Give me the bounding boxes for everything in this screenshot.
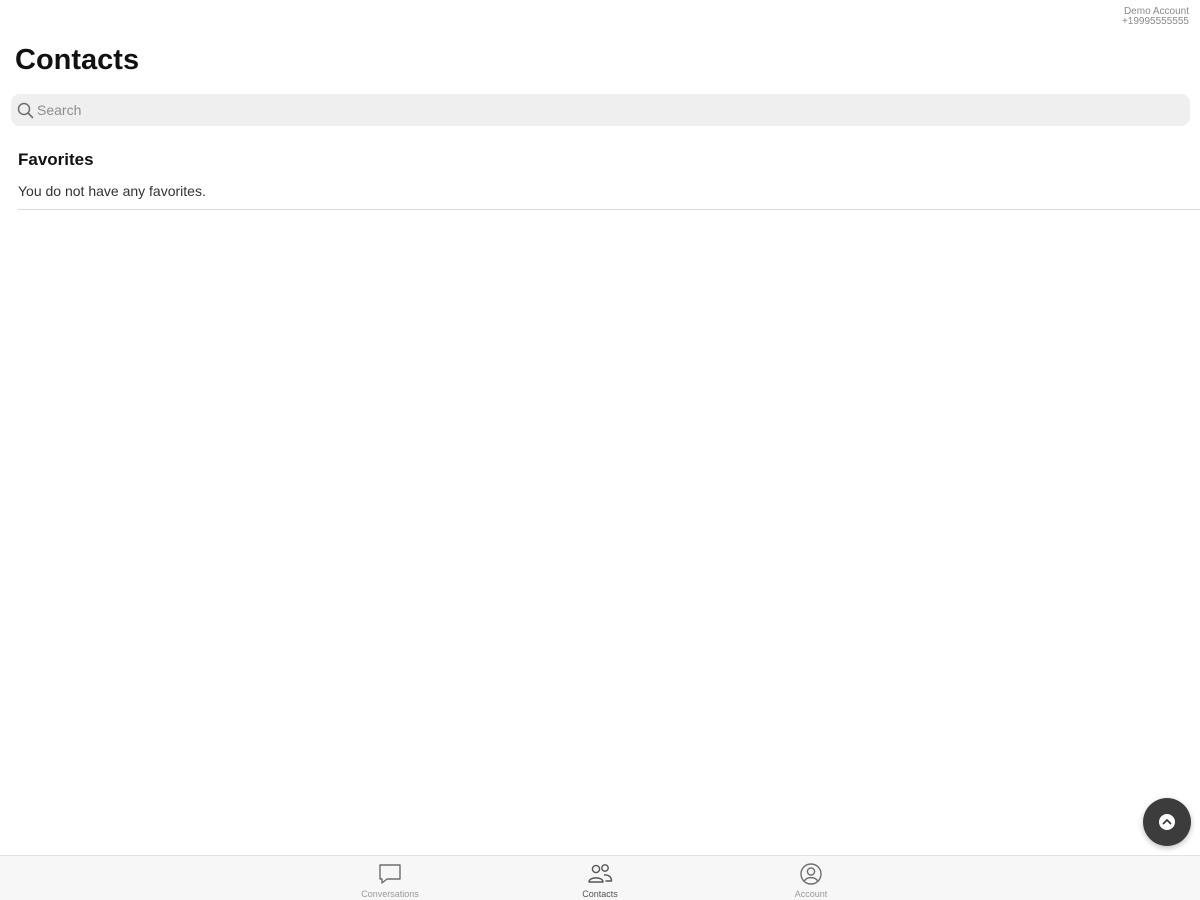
scroll-up-button[interactable] — [1143, 798, 1191, 846]
person-circle-icon — [800, 863, 822, 885]
account-info: Demo Account +19995555555 — [1122, 7, 1189, 27]
page-title: Contacts — [15, 44, 140, 76]
tab-contacts[interactable]: Contacts — [545, 856, 655, 900]
search-input[interactable] — [37, 94, 1177, 126]
section-divider — [18, 209, 1200, 210]
chat-bubble-icon — [379, 864, 401, 884]
chevron-up-icon — [1159, 814, 1175, 830]
favorites-empty-message: You do not have any favorites. — [18, 183, 206, 199]
tab-label-conversations: Conversations — [361, 889, 419, 899]
tab-label-contacts: Contacts — [582, 889, 618, 899]
people-icon — [588, 864, 613, 883]
account-phone: +19995555555 — [1121, 16, 1189, 27]
favorites-title: Favorites — [18, 150, 94, 169]
search-icon — [17, 102, 34, 119]
tab-account[interactable]: Account — [756, 856, 866, 900]
tab-bar: Conversations Contacts Account — [0, 855, 1200, 900]
tab-label-account: Account — [794, 889, 828, 899]
search-bar[interactable] — [11, 94, 1190, 126]
tab-conversations[interactable]: Conversations — [335, 856, 445, 900]
